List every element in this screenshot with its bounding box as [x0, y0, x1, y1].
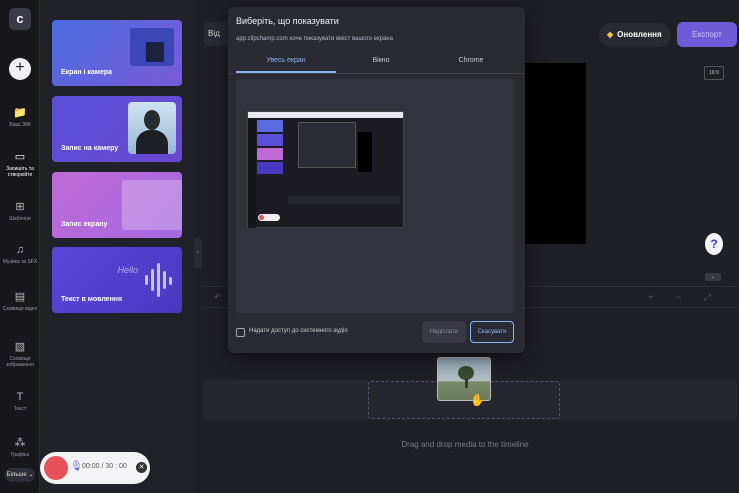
screen-record-card[interactable]: Запис екрану [52, 172, 182, 238]
camera-portrait-thumbnail [128, 102, 176, 154]
collapse-panel-handle[interactable]: ‹ [194, 238, 202, 268]
waveform-bar [151, 269, 154, 291]
sidebar-item-label: Музика та SFX [2, 259, 38, 265]
folder-icon: 📁 [13, 107, 27, 119]
sidebar-item-record-create[interactable]: ▭ Запишіть та створюйте [0, 150, 40, 178]
shapes-icon: ⁂ [14, 437, 26, 449]
waveform-bar [157, 263, 160, 297]
undo-icon[interactable]: ↶ [214, 292, 222, 303]
zoom-controls[interactable]: + − ⤢ [648, 292, 721, 303]
music-note-icon: ♫ [15, 244, 25, 256]
card-label: Екран і камера [61, 69, 113, 76]
tab-divider [228, 73, 525, 74]
share-screen-dialog: Виберіть, що показувати app.clipchamp.co… [228, 7, 525, 353]
thumb-card [257, 134, 283, 146]
sidebar-item-label: Графіка [10, 452, 30, 458]
thumb-recorder [258, 214, 280, 221]
text-to-speech-card[interactable]: Hello Текст в мовлення [52, 247, 182, 313]
recorder-bar: 🎙 00:00 / 30 : 00 ✕ [40, 452, 150, 484]
record-timer: 00:00 / 30 : 00 [82, 463, 127, 470]
left-rail: c + 📁 Ваші ЗМІ ▭ Запишіть та створюйте ⊞… [0, 0, 40, 493]
close-icon[interactable]: ✕ [136, 462, 147, 473]
sidebar-item-graphics[interactable]: ⁂ Графіка [0, 436, 40, 458]
add-button[interactable]: + [9, 58, 31, 80]
system-audio-label: Надати доступ до системного аудіо [249, 328, 348, 334]
upgrade-button[interactable]: ◆ Оновлення [599, 23, 671, 47]
record-button[interactable] [44, 456, 68, 480]
tab-window[interactable]: Вікно [336, 57, 426, 73]
card-label: Запис екрану [61, 221, 108, 228]
thumb-rail [248, 118, 256, 228]
screen-preview-area [236, 79, 515, 313]
waveform-bar [145, 275, 148, 285]
waveform-bar [169, 277, 172, 285]
tree-trunk [465, 378, 468, 388]
dialog-subtitle: app.clipchamp.com хоче показувати вміст … [236, 36, 393, 42]
help-button[interactable]: ? [705, 233, 723, 255]
text-icon: T [16, 391, 24, 403]
image-icon: ▧ [14, 341, 26, 353]
camera-icon: ▭ [14, 151, 26, 163]
screen-thumbnail[interactable] [247, 111, 404, 228]
sidebar-item-text[interactable]: T Текст [0, 390, 40, 412]
tab-entire-screen[interactable]: Увесь екран [236, 57, 336, 73]
sidebar-item-music-sfx[interactable]: ♫ Музика та SFX [0, 243, 40, 265]
sidebar-item-templates[interactable]: ⊞ Шаблони [0, 200, 40, 222]
grab-hand-icon: ✋ [470, 393, 485, 407]
record-create-panel: Екран і камера Запис на камеру Запис екр… [40, 0, 195, 493]
thumb-modal [298, 122, 356, 168]
video-preview [517, 63, 586, 244]
clipchamp-logo: c [9, 8, 31, 30]
sidebar-item-your-media[interactable]: 📁 Ваші ЗМІ [0, 106, 40, 128]
chevron-down-icon[interactable]: ⌄ [705, 273, 721, 281]
card-label: Запис на камеру [61, 145, 119, 152]
share-button[interactable]: Надіслати [422, 321, 466, 343]
hello-decoration: Hello [117, 265, 138, 275]
screen-and-camera-card[interactable]: Екран і камера [52, 20, 182, 86]
thumb-card [257, 148, 283, 160]
sidebar-item-label: Текст [13, 406, 27, 412]
screen-camera-thumbnail [130, 28, 174, 66]
thumb-preview [358, 132, 372, 172]
more-button[interactable]: Більше ⌄ [5, 468, 35, 482]
app-window: c + 📁 Ваші ЗМІ ▭ Запишіть та створюйте ⊞… [0, 0, 739, 493]
thumb-browser-bar [248, 112, 403, 118]
drop-hint: Drag and drop media to the timeline [401, 440, 529, 449]
cancel-button[interactable]: Скасувати [470, 321, 514, 343]
sidebar-item-label: Шаблони [9, 216, 31, 222]
film-icon: ▤ [14, 291, 26, 303]
waveform-bar [163, 271, 166, 289]
aspect-ratio-button[interactable]: 16:9 [704, 66, 724, 80]
microphone-icon[interactable]: 🎙 [70, 461, 83, 472]
camera-record-card[interactable]: Запис на камеру [52, 96, 182, 162]
sidebar-item-stock-video[interactable]: ▤ Сховище відео [0, 290, 40, 312]
sidebar-item-label: Сховище зображення [6, 356, 34, 368]
sidebar-item-label: Запишіть та створюйте [6, 166, 34, 178]
system-audio-checkbox[interactable] [236, 328, 245, 337]
screen-mock-thumbnail [122, 180, 182, 230]
dialog-title: Виберіть, що показувати [236, 16, 339, 26]
sidebar-item-stock-images[interactable]: ▧ Сховище зображення [0, 340, 40, 368]
card-label: Текст в мовлення [61, 296, 123, 303]
thumb-card [257, 162, 283, 174]
sidebar-item-label: Сховище відео [2, 306, 38, 312]
thumb-card [257, 120, 283, 132]
thumb-track [288, 196, 400, 204]
tab-chrome[interactable]: Chrome [426, 57, 516, 73]
templates-icon: ⊞ [15, 201, 25, 213]
diamond-icon: ◆ [607, 30, 614, 39]
sidebar-item-label: Ваші ЗМІ [9, 122, 31, 128]
export-button[interactable]: Експорт [677, 22, 737, 47]
upgrade-label: Оновлення [617, 30, 662, 39]
